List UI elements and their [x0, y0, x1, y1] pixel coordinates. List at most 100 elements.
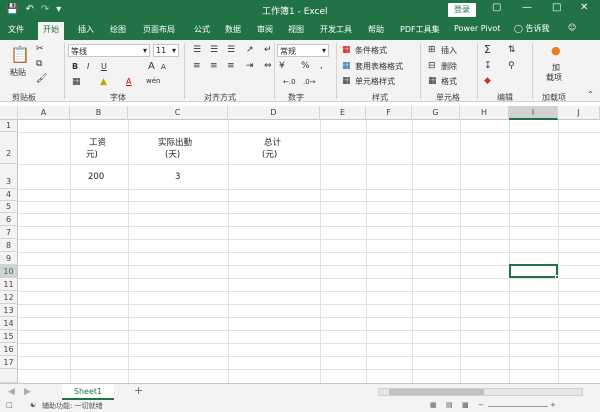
format-as-table-button[interactable]: 套用表格格式 [355, 61, 403, 72]
accessibility-icon[interactable]: ☯ [30, 401, 36, 409]
column-header-g[interactable]: G [412, 106, 460, 120]
align-bottom-icon[interactable]: ☰ [227, 45, 235, 55]
page-break-view-icon[interactable]: ▩ [462, 401, 469, 409]
tab-view[interactable]: 视图 [288, 24, 304, 35]
tab-developer[interactable]: 开发工具 [320, 24, 352, 35]
add-ins-label-line2[interactable]: 载项 [546, 72, 562, 83]
tab-draw[interactable]: 绘图 [110, 24, 126, 35]
bold-button[interactable]: B [72, 62, 78, 71]
scroll-right-icon[interactable]: ▶ [24, 387, 31, 397]
currency-icon[interactable]: ¥ [279, 61, 285, 71]
cell-d2-line1[interactable]: 总计 [264, 136, 281, 148]
merge-center-icon[interactable]: ⇔ [264, 61, 272, 71]
cell-c2-line2[interactable]: (天) [165, 148, 180, 160]
format-painter-icon[interactable]: 🖌 [36, 74, 47, 84]
clear-icon[interactable]: ◆ [484, 76, 491, 86]
conditional-format-button[interactable]: 条件格式 [355, 45, 387, 56]
row-header-2[interactable]: 2 [0, 132, 18, 164]
cell-styles-button[interactable]: 单元格样式 [355, 76, 395, 87]
tab-pdf-tools[interactable]: PDF工具集 [400, 24, 440, 35]
autosum-button[interactable]: Σ [484, 43, 491, 56]
tab-page-layout[interactable]: 页面布局 [143, 24, 175, 35]
copy-icon[interactable]: ⧉ [36, 59, 42, 69]
accessibility-status[interactable]: 辅助功能: 一切就绪 [42, 401, 103, 411]
align-middle-icon[interactable]: ☰ [210, 45, 218, 55]
row-header-4[interactable]: 4 [0, 189, 18, 201]
horizontal-scrollbar[interactable] [378, 388, 583, 396]
row-header-13[interactable]: 13 [0, 304, 18, 317]
save-icon[interactable]: 💾 [6, 3, 18, 17]
number-format-select[interactable]: 常规 ▾ [277, 44, 329, 57]
row-header-5[interactable]: 5 [0, 201, 18, 213]
column-header-d[interactable]: D [228, 106, 320, 120]
undo-icon[interactable]: ↶ [25, 3, 33, 17]
row-header-6[interactable]: 6 [0, 213, 18, 226]
wrap-text-icon[interactable]: ↵ [264, 45, 272, 55]
column-header-i[interactable]: I [509, 106, 558, 120]
cut-icon[interactable]: ✂ [36, 44, 44, 54]
delete-cells-button[interactable]: 删除 [441, 61, 457, 72]
page-layout-view-icon[interactable]: ▤ [446, 401, 453, 409]
select-all-corner[interactable] [0, 106, 18, 120]
cell-c2-line1[interactable]: 实际出勤 [158, 136, 192, 148]
column-header-j[interactable]: J [558, 106, 600, 120]
orientation-icon[interactable]: ↗ [246, 45, 254, 55]
comma-style-icon[interactable]: , [320, 61, 323, 71]
zoom-slider[interactable] [488, 406, 548, 407]
cell-b3[interactable]: 200 [88, 172, 104, 182]
align-top-icon[interactable]: ☰ [193, 45, 201, 55]
tab-data[interactable]: 数据 [225, 24, 241, 35]
customize-qat-icon[interactable]: ▾ [56, 3, 61, 17]
border-icon[interactable]: ▦ [72, 77, 81, 87]
fill-icon[interactable]: ↧ [484, 61, 492, 71]
add-sheet-button[interactable]: + [134, 385, 143, 396]
grow-font-button[interactable]: A [148, 61, 155, 72]
horizontal-scroll-thumb[interactable] [389, 389, 484, 395]
column-header-e[interactable]: E [320, 106, 366, 120]
row-header-18[interactable] [0, 369, 18, 383]
font-size-select[interactable]: 11 ▾ [153, 44, 179, 57]
tab-formulas[interactable]: 公式 [194, 24, 210, 35]
row-header-11[interactable]: 11 [0, 278, 18, 291]
format-cells-button[interactable]: 格式 [441, 76, 457, 87]
cell-b2-line1[interactable]: 工资 [89, 136, 106, 148]
cell-d2-line2[interactable]: (元) [262, 148, 277, 160]
zoom-out-icon[interactable]: − [478, 401, 484, 409]
sort-filter-icon[interactable]: ⇅ [508, 45, 516, 55]
row-header-15[interactable]: 15 [0, 330, 18, 343]
tab-review[interactable]: 审阅 [257, 24, 273, 35]
maximize-icon[interactable]: □ [552, 2, 561, 13]
column-header-b[interactable]: B [70, 106, 128, 120]
indent-icon[interactable]: ⇥ [246, 61, 254, 71]
phonetic-button[interactable]: wén [146, 77, 160, 85]
decrease-decimal-icon[interactable]: .0→ [303, 77, 316, 87]
font-name-select[interactable]: 等线 ▾ [68, 44, 150, 57]
align-right-icon[interactable]: ≡ [227, 61, 235, 71]
shrink-font-button[interactable]: A [161, 63, 166, 71]
insert-cells-button[interactable]: 插入 [441, 45, 457, 56]
column-header-f[interactable]: F [366, 106, 412, 120]
align-center-icon[interactable]: ≡ [210, 61, 218, 71]
row-header-17[interactable]: 17 [0, 356, 18, 369]
tab-file[interactable]: 文件 [8, 24, 24, 35]
close-icon[interactable]: ✕ [580, 2, 588, 13]
fill-color-icon[interactable]: ▲ [100, 77, 107, 87]
tab-home[interactable]: 开始 [38, 22, 64, 40]
sheet-tab-sheet1[interactable]: Sheet1 [62, 384, 114, 400]
font-color-button[interactable]: A [126, 77, 131, 86]
align-left-icon[interactable]: ≡ [193, 61, 201, 71]
login-button[interactable]: 登录 [448, 3, 476, 17]
redo-icon[interactable]: ↷ [41, 3, 49, 17]
row-header-3[interactable]: 3 [0, 164, 18, 189]
minimize-icon[interactable]: — [522, 2, 532, 13]
row-header-14[interactable]: 14 [0, 317, 18, 330]
row-header-7[interactable]: 7 [0, 226, 18, 239]
underline-button[interactable]: U [101, 62, 107, 71]
collapse-ribbon-icon[interactable]: ⌃ [587, 90, 594, 100]
tab-power-pivot[interactable]: Power Pivot [454, 24, 500, 33]
share-icon[interactable]: ☺ [568, 23, 576, 32]
row-header-8[interactable]: 8 [0, 239, 18, 252]
ribbon-options-icon[interactable]: ▢ [492, 2, 501, 13]
row-header-10[interactable]: 10 [0, 265, 18, 278]
active-cell-i10[interactable] [509, 264, 559, 279]
